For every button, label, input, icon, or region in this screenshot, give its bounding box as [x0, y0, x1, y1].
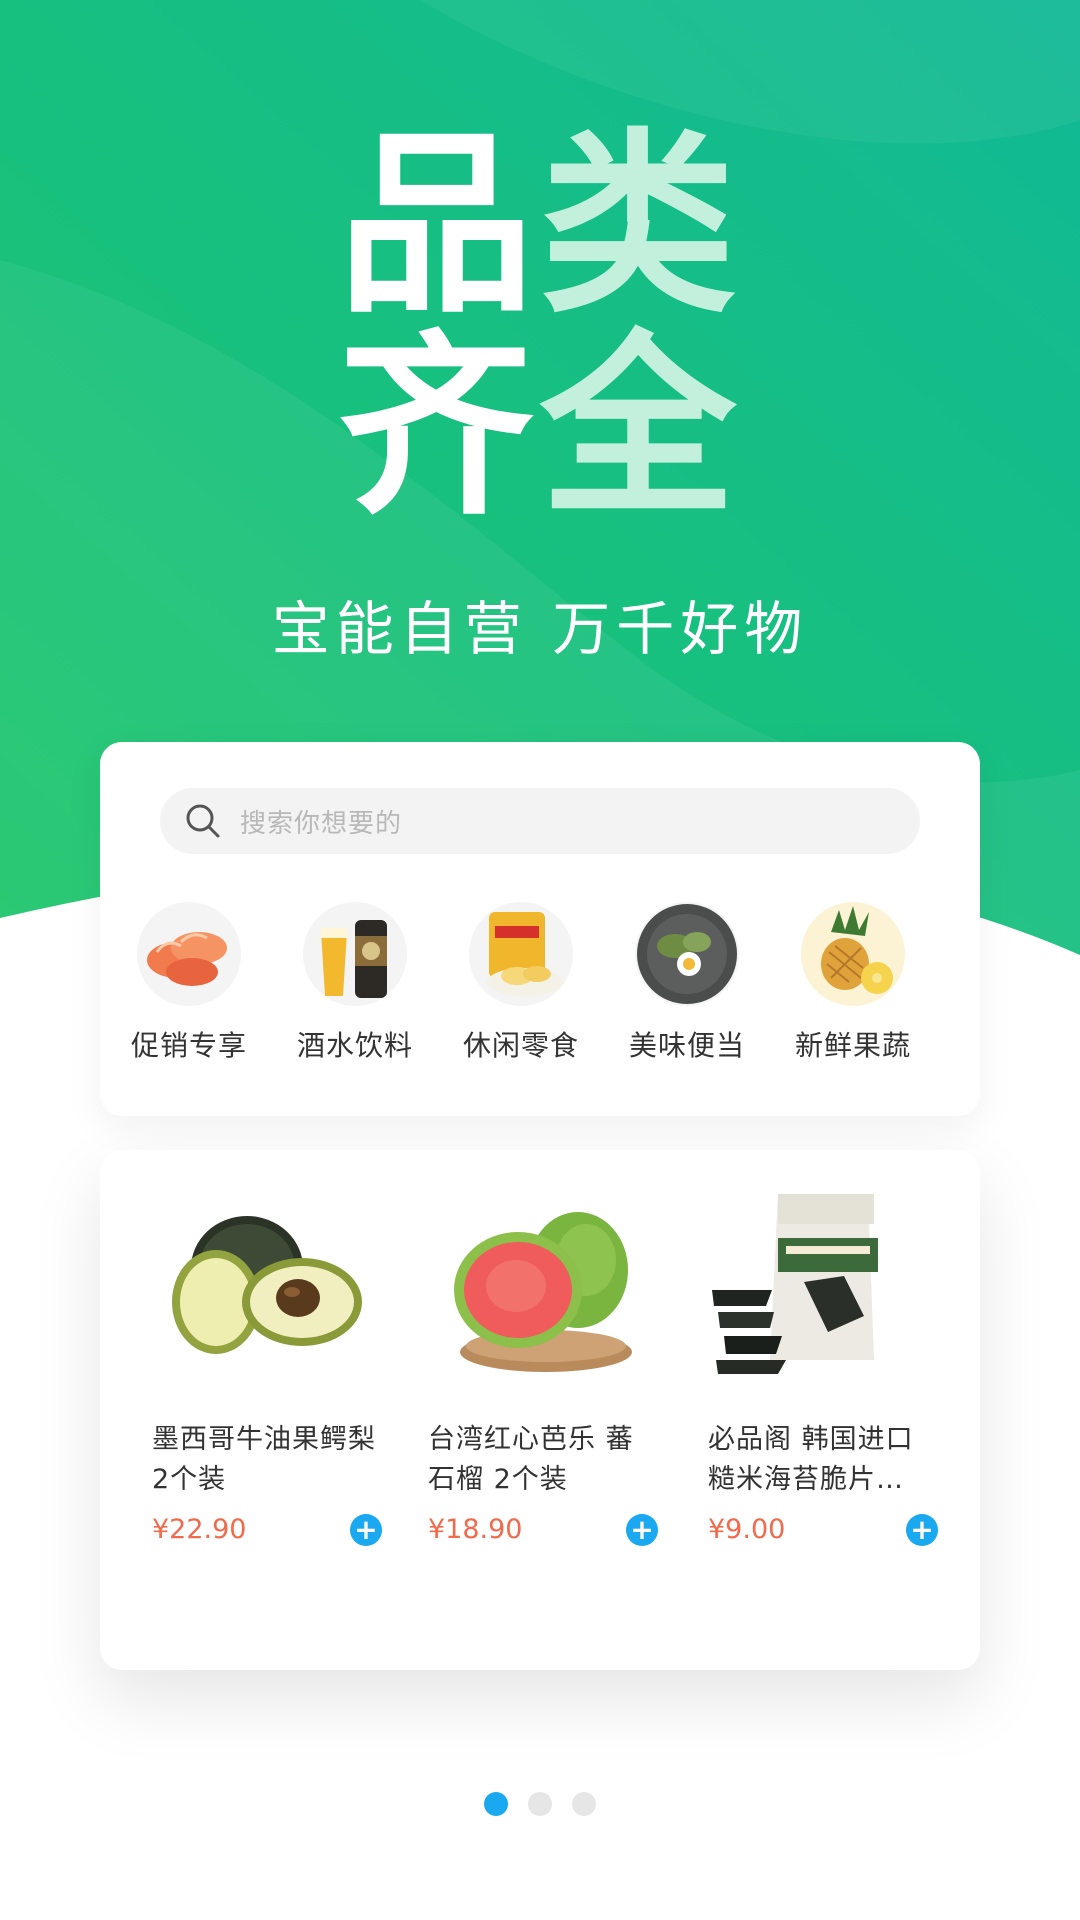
- categories-card: 搜索你想要的 促销专享 酒水饮料 休闲零食 美味便当 新鲜果蔬: [100, 742, 980, 1116]
- beer-image: [303, 902, 407, 1006]
- page-indicator: [0, 1792, 1080, 1816]
- product-name: 必品阁 韩国进口糙米海苔脆片…: [708, 1424, 914, 1495]
- category-fresh[interactable]: 新鲜果蔬: [778, 902, 928, 1064]
- seaweed-crisps-image: [708, 1190, 938, 1380]
- product-name: 台湾红心芭乐 蕃石榴 2个装: [428, 1424, 634, 1495]
- product-name: 墨西哥牛油果鳄梨 2个装: [152, 1424, 376, 1495]
- category-label: 美味便当: [628, 1029, 745, 1062]
- search-placeholder: 搜索你想要的: [240, 808, 403, 839]
- add-to-cart-button[interactable]: +: [626, 1514, 658, 1546]
- shrimp-image: [137, 902, 241, 1006]
- hero-title-line-1: 品类: [0, 120, 1080, 330]
- hero-title-char: 品: [337, 110, 540, 340]
- add-to-cart-button[interactable]: +: [350, 1514, 382, 1546]
- category-label: 新鲜果蔬: [794, 1029, 911, 1062]
- page-dot[interactable]: [528, 1792, 552, 1816]
- products-card: 墨西哥牛油果鳄梨 2个装 ¥22.90 + 台湾红心芭乐 蕃石榴 2个装 ¥18…: [100, 1150, 980, 1670]
- bento-image: [635, 902, 739, 1006]
- product-bottom-row: ¥22.90 +: [152, 1512, 382, 1548]
- chips-image: [469, 902, 573, 1006]
- hero-title-line-2: 齐全: [0, 322, 1080, 532]
- product-price: ¥22.90: [152, 1514, 247, 1545]
- category-label: 促销专享: [130, 1029, 247, 1062]
- search-icon: [186, 804, 220, 838]
- product-price: ¥18.90: [428, 1514, 523, 1545]
- product-price: ¥9.00: [708, 1514, 786, 1545]
- category-bento[interactable]: 美味便当: [612, 902, 762, 1064]
- category-row: 促销专享 酒水饮料 休闲零食 美味便当 新鲜果蔬: [100, 902, 980, 1072]
- search-bar[interactable]: 搜索你想要的: [160, 788, 920, 854]
- hero-title-char: 齐: [337, 312, 540, 542]
- category-promo[interactable]: 促销专享: [114, 902, 264, 1064]
- category-drinks[interactable]: 酒水饮料: [280, 902, 430, 1064]
- page-dot-active[interactable]: [484, 1792, 508, 1816]
- add-to-cart-button[interactable]: +: [906, 1514, 938, 1546]
- product-bottom-row: ¥18.90 +: [428, 1512, 658, 1548]
- category-label: 休闲零食: [462, 1029, 579, 1062]
- category-snacks[interactable]: 休闲零食: [446, 902, 596, 1064]
- hero-title-char: 类: [540, 110, 743, 340]
- category-label: 酒水饮料: [296, 1029, 413, 1062]
- avocado-image: [152, 1190, 382, 1380]
- product-card[interactable]: 墨西哥牛油果鳄梨 2个装 ¥22.90 +: [152, 1190, 382, 1548]
- pineapple-image: [801, 902, 905, 1006]
- hero-title-char: 全: [540, 312, 743, 542]
- product-card[interactable]: 必品阁 韩国进口糙米海苔脆片… ¥9.00 +: [708, 1190, 938, 1548]
- product-bottom-row: ¥9.00 +: [708, 1512, 938, 1548]
- guava-image: [428, 1190, 658, 1380]
- product-card[interactable]: 台湾红心芭乐 蕃石榴 2个装 ¥18.90 +: [428, 1190, 658, 1548]
- hero-subtitle: 宝能自营 万千好物: [271, 595, 809, 663]
- page-dot[interactable]: [572, 1792, 596, 1816]
